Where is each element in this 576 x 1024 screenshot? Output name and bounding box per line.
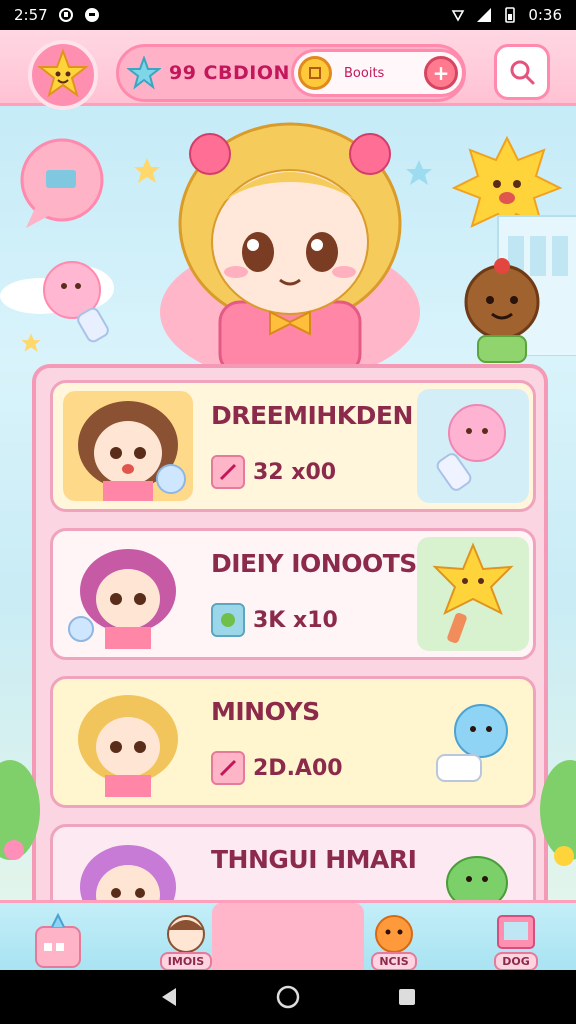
bottom-nav: IMOIS NCIS DOG [0, 900, 576, 970]
stage-list-panel: DREEMIHKDEN 32 x00 DIEIY IONOOTS 3K x10 … [32, 364, 548, 970]
star-avatar-icon [37, 48, 89, 98]
coin-icon [298, 56, 332, 90]
system-nav-bar [0, 970, 576, 1024]
currency-pill: 99 CBDION Booits + [116, 44, 466, 102]
status-time: 2:57 [14, 6, 48, 24]
profile-badge[interactable] [28, 40, 98, 110]
add-currency-button[interactable]: + [424, 56, 458, 90]
stage-score-value: 2D.A00 [253, 755, 343, 781]
nav-item-pets[interactable]: NCIS [362, 905, 426, 970]
recents-button[interactable] [393, 983, 421, 1011]
signal-icon [477, 8, 492, 22]
nav-label: NCIS [371, 952, 417, 970]
gem-star-icon [127, 56, 161, 90]
cookie-character [464, 258, 540, 363]
bush-icon [0, 760, 40, 860]
candy-icon [43, 261, 109, 343]
stage-title: MINOYS [211, 697, 320, 726]
back-triangle-icon [162, 988, 177, 1006]
chat-bubble-icon[interactable] [16, 136, 112, 232]
stage-title: THNGUI HMARIN [211, 845, 437, 874]
nav-item-characters[interactable]: IMOIS [154, 905, 218, 970]
currency-label: 99 CBDION [169, 62, 290, 84]
star-cat-pet-icon [417, 537, 529, 651]
search-button[interactable] [494, 44, 550, 100]
status-clock-right: 0:36 [528, 6, 562, 24]
back-button[interactable] [155, 983, 183, 1011]
pencil-icon [211, 455, 245, 489]
search-icon [510, 60, 535, 85]
stage-title: DREEMIHKDEN [211, 401, 413, 430]
top-bar: 99 CBDION Booits + [0, 30, 576, 110]
character-portrait [63, 539, 193, 649]
character-portrait [63, 391, 193, 501]
photo-frame-icon [497, 915, 535, 949]
home-button[interactable] [274, 983, 302, 1011]
nav-item-album[interactable]: DOG [484, 905, 548, 970]
stage-card[interactable]: MINOYS 2D.A00 [50, 676, 536, 808]
game-screen: 99 CBDION Booits + DREEMIHKDEN 32 x00 DI… [0, 30, 576, 970]
stage-score: 3K x10 [211, 603, 338, 637]
leaf-icon [211, 603, 245, 637]
stage-score-value: 32 x00 [253, 459, 337, 485]
nav-item-shop[interactable] [26, 905, 90, 970]
home-circle-icon [276, 985, 300, 1009]
stage-card[interactable]: DIEIY IONOOTS 3K x10 [50, 528, 536, 660]
nav-item-home[interactable] [256, 905, 320, 970]
character-icon [167, 915, 205, 952]
bird-pet-icon [417, 685, 529, 799]
pumpkin-icon [375, 915, 413, 952]
star-icon [21, 333, 41, 352]
pencil-icon [211, 751, 245, 785]
stage-score-value: 3K x10 [253, 607, 338, 633]
stage-score: 32 x00 [211, 455, 336, 489]
stage-score: 2D.A00 [211, 751, 343, 785]
alarm-icon [451, 10, 465, 22]
recents-square-icon [398, 989, 415, 1005]
shop-bag-icon [35, 913, 81, 968]
character-portrait [63, 687, 193, 797]
notification-icon [58, 8, 73, 22]
status-bar: 2:57 0:36 [0, 0, 576, 30]
nav-label: IMOIS [159, 952, 213, 970]
lollipop-pet-icon [417, 389, 529, 503]
bush-icon [540, 760, 576, 866]
stage-card[interactable]: DREEMIHKDEN 32 x00 [50, 380, 536, 512]
chat-icon [84, 8, 99, 22]
battery-icon [505, 7, 516, 23]
stage-title: DIEIY IONOOTS [211, 549, 417, 578]
score-pill: Booits + [291, 49, 465, 97]
nav-label: DOG [494, 952, 538, 970]
score-label: Booits [344, 65, 385, 81]
main-character[interactable] [140, 112, 440, 374]
hero-area [0, 106, 576, 374]
plus-symbol: + [432, 61, 450, 85]
